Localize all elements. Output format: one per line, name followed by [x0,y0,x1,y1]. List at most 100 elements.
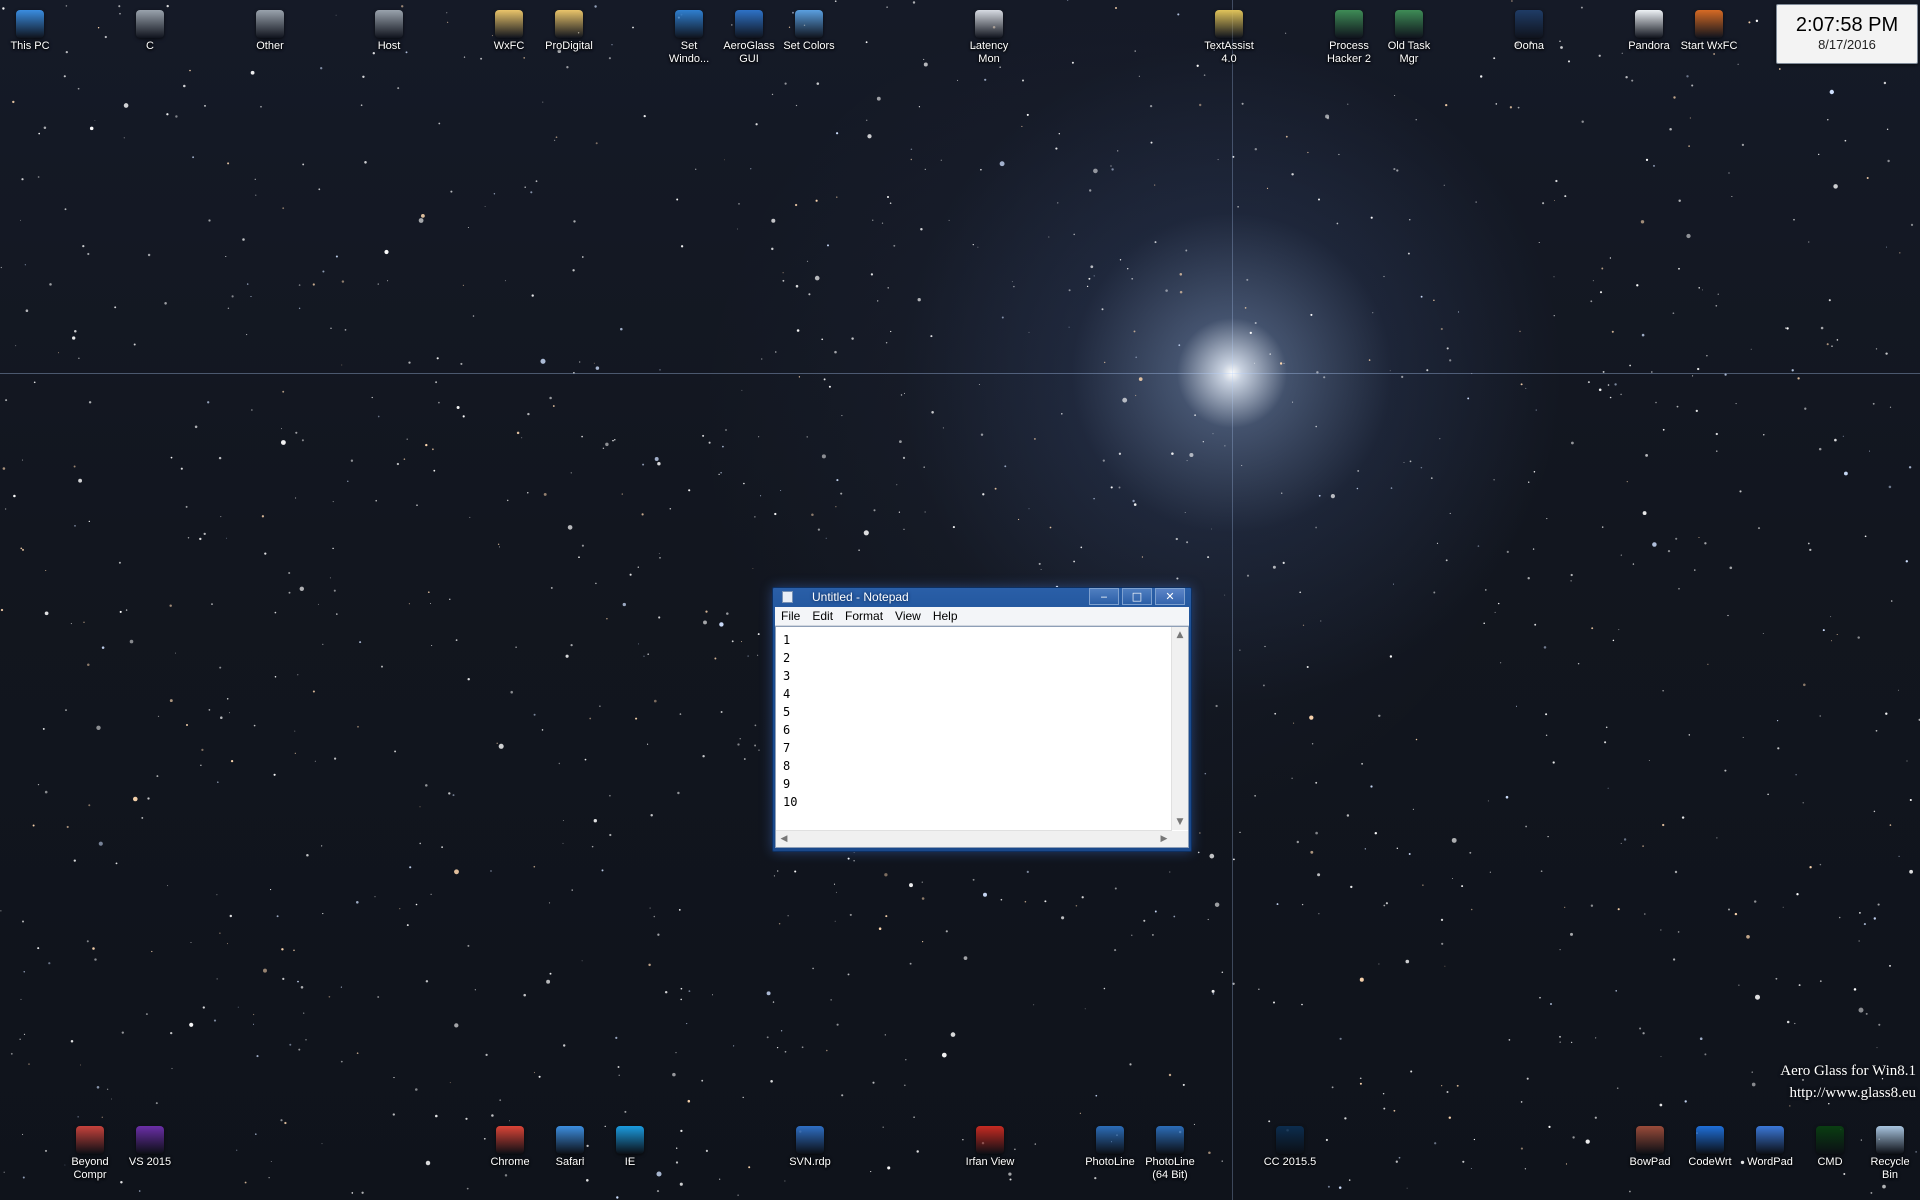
desktop-icon[interactable]: IE [601,1126,659,1169]
star [921,881,923,883]
star [499,546,500,548]
scroll-left-icon[interactable]: ◀ [776,831,792,847]
desktop-icon[interactable]: Host [360,2,418,53]
horizontal-scrollbar[interactable]: ◀ ▶ [776,830,1172,847]
star [295,497,297,499]
star [702,755,705,758]
notepad-text-area[interactable]: 1 2 3 4 5 6 7 8 9 10 [783,631,1170,830]
desktop-icon[interactable]: Start WxFC [1680,2,1738,53]
desktop-icon[interactable]: CodeWrt [1681,1126,1739,1169]
desktop-icon[interactable]: ProDigital [540,2,598,53]
desktop-icon[interactable]: Ooma [1500,2,1558,53]
star [1489,871,1491,873]
star [1101,308,1104,311]
menu-edit[interactable]: Edit [806,607,839,625]
desktop-icon[interactable]: CMD [1801,1126,1859,1169]
star [1704,1053,1707,1056]
text-line: 3 [783,669,791,683]
menu-view[interactable]: View [889,607,927,625]
desktop-icon[interactable]: CC 2015.5 [1261,1126,1319,1169]
close-button[interactable]: ✕ [1155,588,1185,605]
star [1149,104,1153,108]
star [92,947,95,950]
star [1403,462,1405,464]
resize-grip[interactable] [1172,831,1188,847]
desktop-icon[interactable]: Other [241,2,299,53]
desktop-icon[interactable]: Beyond Compr [61,1126,119,1182]
star [794,203,798,207]
star [1553,315,1555,317]
desktop-icon[interactable]: Chrome [481,1126,539,1169]
notepad-titlebar[interactable]: Untitled - Notepad ‒ □ ✕ [773,588,1191,606]
menu-file[interactable]: File [775,607,806,625]
desktop-icon[interactable]: Latency Mon [960,2,1018,66]
star [1591,627,1594,630]
notepad-window[interactable]: Untitled - Notepad ‒ □ ✕ File Edit Forma… [772,587,1192,852]
star [1409,219,1411,221]
star [1068,289,1071,292]
star [896,484,898,486]
star [841,1094,844,1097]
desktop-icon[interactable]: C [121,2,179,53]
desktop-icon[interactable]: SVN.rdp [781,1126,839,1169]
desktop-icon[interactable]: WordPad [1741,1126,1799,1169]
star [1067,0,1069,1]
desktop-icon[interactable]: BowPad [1621,1126,1679,1169]
desktop-icon[interactable]: VS 2015 [121,1126,179,1169]
star [1224,445,1226,447]
desktop-icon[interactable]: Set Windo... [660,2,718,66]
star [123,103,129,108]
star [885,915,888,918]
desktop-icon[interactable]: PhotoLine (64 Bit) [1141,1126,1199,1182]
star [1131,934,1133,936]
star [1244,307,1247,309]
menu-format[interactable]: Format [839,607,889,625]
star [1546,518,1548,520]
star [1746,934,1750,939]
clock-widget[interactable]: 2:07:58 PM 8/17/2016 [1776,4,1918,64]
desktop-icon[interactable]: This PC [1,2,59,53]
desktop-icon[interactable]: Process Hacker 2 [1320,2,1378,66]
scroll-right-icon[interactable]: ▶ [1156,831,1172,847]
star [635,717,638,720]
vertical-scrollbar[interactable]: ▲ ▼ [1171,627,1188,830]
desktop-icon[interactable]: AeroGlass GUI [720,2,778,66]
desktop-icon[interactable]: Set Colors [780,2,838,53]
menu-help[interactable]: Help [927,607,964,625]
notepad-editor[interactable]: 1 2 3 4 5 6 7 8 9 10 ▲ ▼ ◀ ▶ [775,626,1189,848]
desktop-icon[interactable]: WxFC [480,2,538,53]
star [865,41,868,44]
scroll-down-icon[interactable]: ▼ [1172,814,1188,830]
star [957,79,959,81]
star [1644,913,1646,915]
star [1296,840,1300,844]
star [253,724,256,727]
maximize-button[interactable]: □ [1122,588,1152,605]
desktop-icon[interactable]: PhotoLine [1081,1126,1139,1169]
star [1430,477,1433,479]
star [780,489,782,492]
minimize-button[interactable]: ‒ [1089,588,1119,605]
desktop-icon[interactable]: TextAssist 4.0 [1200,2,1258,66]
desktop-icon[interactable]: Irfan View [961,1126,1019,1169]
star [772,1001,775,1003]
star [593,819,597,823]
star [1246,278,1249,281]
star [777,870,779,872]
star [1282,561,1285,564]
star [1004,465,1007,468]
desktop-icon[interactable]: Recycle Bin [1861,1126,1919,1182]
desktop-icon[interactable]: Safari [541,1126,599,1169]
ooma-icon [1515,10,1543,38]
star [472,315,475,317]
star [1667,549,1671,553]
star [887,1166,891,1170]
star [377,415,380,418]
star [467,944,470,947]
star [1820,326,1824,330]
desktop-icon[interactable]: Old Task Mgr [1380,2,1438,66]
star [72,336,76,340]
desktop-icon[interactable]: Pandora [1620,2,1678,53]
scroll-up-icon[interactable]: ▲ [1172,627,1188,643]
star [1338,1186,1342,1189]
